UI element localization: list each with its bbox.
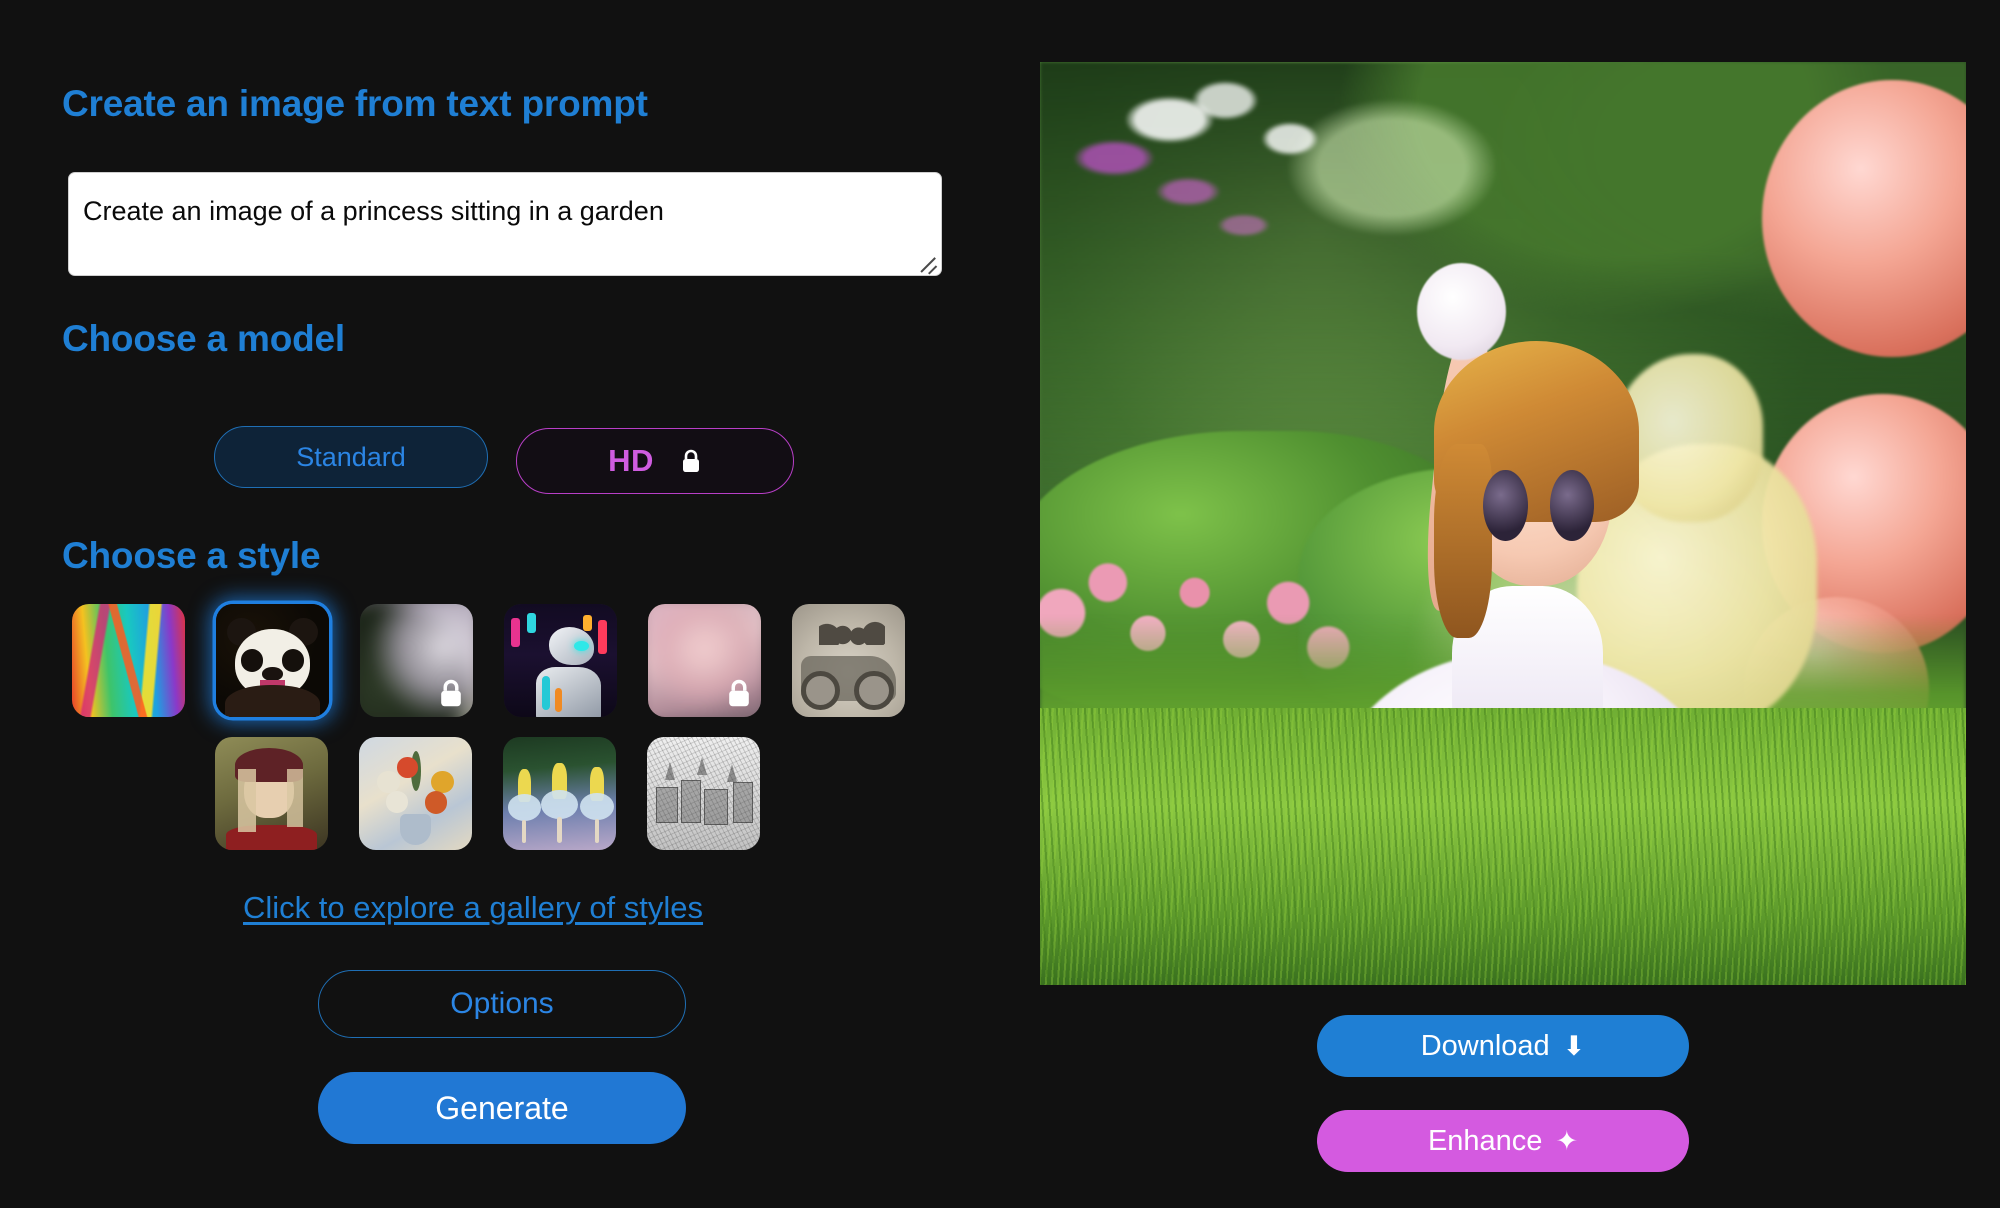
- model-section-heading: Choose a model: [62, 318, 345, 359]
- style-thumbnail-grid: [72, 604, 942, 850]
- download-button[interactable]: Download ⬇: [1317, 1015, 1689, 1077]
- style-thumb-cyberpunk-robot[interactable]: [504, 604, 617, 717]
- left-controls-panel: Create an image from text prompt Choose …: [0, 0, 1010, 1208]
- impressionist-ballet-artwork: [503, 737, 616, 850]
- cyberpunk-robot-artwork: [504, 604, 617, 717]
- enhance-button-label: Enhance: [1427, 1124, 1543, 1157]
- style-thumb-panda-3d-render[interactable]: [216, 604, 329, 717]
- generate-button[interactable]: Generate: [318, 1072, 686, 1144]
- prompt-section-heading: Create an image from text prompt: [62, 83, 648, 124]
- model-option-hd[interactable]: HD: [516, 428, 794, 494]
- cubist-flowers-artwork: [359, 737, 472, 850]
- sparkle-icon: ✦: [1555, 1125, 1579, 1156]
- style-thumb-abstract-paint[interactable]: [72, 604, 185, 717]
- prompt-textarea[interactable]: [68, 172, 942, 276]
- lock-icon: [680, 448, 702, 474]
- style-thumb-cubist-flowers[interactable]: [359, 737, 472, 850]
- model-option-standard[interactable]: Standard: [214, 426, 488, 488]
- style-gallery-link[interactable]: Click to explore a gallery of styles: [243, 890, 703, 926]
- garden-scene-artwork: [1040, 62, 1966, 985]
- style-thumb-renaissance-portrait[interactable]: [215, 737, 328, 850]
- style-thumb-impressionist-ballet[interactable]: [503, 737, 616, 850]
- style-thumb-vintage-photo-car[interactable]: [792, 604, 905, 717]
- panda-artwork: [216, 604, 329, 717]
- result-panel: Download ⬇ Enhance ✦: [1010, 0, 2000, 1208]
- style-row-1: [72, 604, 942, 717]
- enhance-button[interactable]: Enhance ✦: [1317, 1110, 1689, 1172]
- abstract-paint-artwork: [72, 604, 185, 717]
- options-button[interactable]: Options: [318, 970, 686, 1038]
- lock-icon: [435, 676, 466, 710]
- model-option-group: Standard HD: [214, 426, 794, 494]
- prompt-input-wrapper: [68, 172, 942, 276]
- model-option-hd-label: HD: [608, 443, 654, 478]
- model-option-standard-label: Standard: [296, 441, 406, 472]
- style-section-heading: Choose a style: [62, 535, 321, 576]
- lock-icon: [723, 676, 754, 710]
- image-generator-app: Create an image from text prompt Choose …: [0, 0, 2000, 1208]
- pen-sketch-cityscape-artwork: [647, 737, 760, 850]
- vintage-photo-artwork: [792, 604, 905, 717]
- download-arrow-icon: ⬇: [1562, 1030, 1586, 1061]
- style-thumb-blurred-portrait-locked[interactable]: [360, 604, 473, 717]
- generated-image[interactable]: [1040, 62, 1966, 985]
- style-thumb-pastel-portrait-locked[interactable]: [648, 604, 761, 717]
- renaissance-portrait-artwork: [215, 737, 328, 850]
- style-row-2: [215, 737, 942, 850]
- style-thumb-pen-sketch-cityscape[interactable]: [647, 737, 760, 850]
- download-button-label: Download: [1420, 1029, 1550, 1062]
